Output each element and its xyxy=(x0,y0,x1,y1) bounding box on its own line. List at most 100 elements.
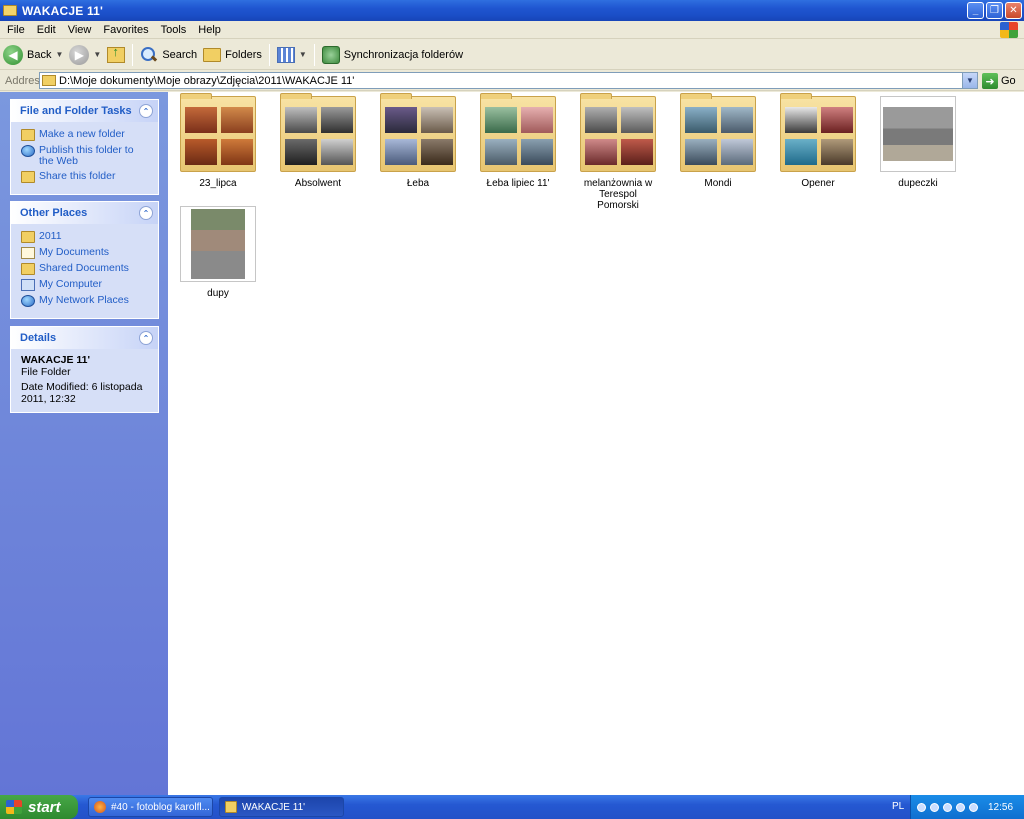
collapse-chevron-icon[interactable]: ⌃ xyxy=(139,104,153,118)
taskbar-item-label: WAKACJE 11' xyxy=(242,801,306,813)
up-button[interactable] xyxy=(104,43,128,67)
place-label: My Computer xyxy=(39,278,103,290)
collapse-chevron-icon[interactable]: ⌃ xyxy=(139,331,153,345)
sync-label: Synchronizacja folderów xyxy=(343,48,464,61)
folder-thumbnail xyxy=(580,93,656,172)
task-make-new-folder[interactable]: Make a new folder xyxy=(21,129,150,141)
back-label: Back xyxy=(27,48,52,61)
new-folder-icon xyxy=(21,129,35,141)
taskbar-item-explorer[interactable]: WAKACJE 11' xyxy=(219,797,344,817)
folder-item[interactable]: Łeba xyxy=(378,93,458,189)
image-thumbnail xyxy=(880,96,956,172)
forward-dropdown-icon[interactable]: ▼ xyxy=(93,50,101,59)
folder-item[interactable]: 23_lipca xyxy=(178,93,258,189)
folder-icon xyxy=(42,75,56,86)
task-publish-to-web[interactable]: Publish this folder to the Web xyxy=(21,145,150,167)
menu-edit[interactable]: Edit xyxy=(31,24,62,36)
panel-title: Other Places xyxy=(20,207,88,219)
place-label: 2011 xyxy=(39,230,62,242)
start-button[interactable]: start xyxy=(0,795,78,819)
close-button[interactable]: ✕ xyxy=(1005,2,1022,19)
details-type: File Folder xyxy=(21,366,71,378)
tray-network-icon[interactable] xyxy=(930,802,939,812)
go-label: Go xyxy=(1001,75,1016,87)
firefox-icon xyxy=(94,801,106,813)
folder-item[interactable]: melanżownia w Terespol Pomorski xyxy=(578,93,658,211)
language-indicator[interactable]: PL xyxy=(892,801,904,812)
restore-button[interactable]: ❐ xyxy=(986,2,1003,19)
place-my-computer[interactable]: My Computer xyxy=(21,279,150,291)
file-name: Łeba lipiec 11' xyxy=(486,178,550,189)
tray-volume-icon[interactable] xyxy=(943,802,952,812)
task-share-folder[interactable]: Share this folder xyxy=(21,171,150,183)
toolbar-separator xyxy=(313,43,315,66)
address-dropdown-icon[interactable]: ▼ xyxy=(962,73,977,88)
network-icon xyxy=(21,295,35,307)
file-name: dupy xyxy=(207,288,229,299)
folder-thumbnail xyxy=(780,93,856,172)
window-controls: _ ❐ ✕ xyxy=(967,2,1022,19)
folder-item[interactable]: Absolwent xyxy=(278,93,358,189)
title-bar[interactable]: WAKACJE 11' _ ❐ ✕ xyxy=(0,0,1024,21)
details-panel: Details ⌃ WAKACJE 11' File Folder Date M… xyxy=(10,326,159,413)
place-shared-documents[interactable]: Shared Documents xyxy=(21,263,150,275)
place-my-documents[interactable]: My Documents xyxy=(21,247,150,259)
collapse-chevron-icon[interactable]: ⌃ xyxy=(139,206,153,220)
image-item[interactable]: dupeczki xyxy=(878,96,958,189)
menu-view[interactable]: View xyxy=(62,24,98,36)
image-item[interactable]: dupy xyxy=(178,206,258,299)
panel-header[interactable]: Other Places ⌃ xyxy=(11,202,158,224)
folders-button[interactable]: Folders xyxy=(200,43,265,67)
folder-thumbnail xyxy=(180,93,256,172)
menu-tools[interactable]: Tools xyxy=(155,24,193,36)
task-pane: File and Folder Tasks ⌃ Make a new folde… xyxy=(0,92,168,795)
sync-button[interactable]: Synchronizacja folderów xyxy=(319,43,466,67)
tray-antivirus-icon[interactable] xyxy=(969,802,978,812)
back-arrow-icon: ◀ xyxy=(3,44,23,65)
file-name: Łeba xyxy=(406,178,430,189)
go-arrow-icon: ➜ xyxy=(982,73,998,89)
search-icon xyxy=(140,46,158,64)
place-label: My Network Places xyxy=(39,294,129,306)
panel-header[interactable]: Details ⌃ xyxy=(11,327,158,349)
go-button[interactable]: ➜ Go xyxy=(982,73,1016,89)
place-2011[interactable]: 2011 xyxy=(21,231,150,243)
taskbar-item-label: #40 - fotoblog karolfl... xyxy=(111,801,210,813)
file-view[interactable]: 23_lipca Absolwent Łeba Łeba lipiec 11' xyxy=(168,92,1024,795)
tray-arrow-icon[interactable] xyxy=(917,802,926,812)
toolbar-separator xyxy=(132,43,134,66)
menu-bar: File Edit View Favorites Tools Help xyxy=(0,21,1024,39)
views-dropdown-icon[interactable]: ▼ xyxy=(299,50,307,59)
tray-signal-icon[interactable] xyxy=(956,802,965,812)
folder-item[interactable]: Opener xyxy=(778,93,858,189)
forward-button[interactable]: ▶ ▼ xyxy=(66,43,104,67)
folders-icon xyxy=(203,47,222,62)
taskbar-item-firefox[interactable]: #40 - fotoblog karolfl... xyxy=(88,797,213,817)
search-button[interactable]: Search xyxy=(137,43,200,67)
file-name: Absolwent xyxy=(294,178,342,189)
menu-help[interactable]: Help xyxy=(192,24,227,36)
folder-icon xyxy=(225,801,237,813)
folder-item[interactable]: Łeba lipiec 11' xyxy=(478,93,558,189)
file-name: melanżownia w Terespol Pomorski xyxy=(583,178,653,211)
back-dropdown-icon[interactable]: ▼ xyxy=(55,50,63,59)
folder-thumbnail xyxy=(680,93,756,172)
minimize-button[interactable]: _ xyxy=(967,2,984,19)
views-icon xyxy=(276,46,295,63)
views-button[interactable]: ▼ xyxy=(274,43,310,67)
task-label: Make a new folder xyxy=(39,128,125,140)
panel-header[interactable]: File and Folder Tasks ⌃ xyxy=(11,100,158,122)
sync-icon xyxy=(321,45,340,64)
menu-favorites[interactable]: Favorites xyxy=(97,24,154,36)
back-button[interactable]: ◀ Back ▼ xyxy=(0,43,66,67)
address-value[interactable]: D:\Moje dokumenty\Moje obrazy\Zdjęcia\20… xyxy=(59,75,354,87)
folder-thumbnail xyxy=(380,93,456,172)
menu-file[interactable]: File xyxy=(0,24,31,36)
folder-item[interactable]: Mondi xyxy=(678,93,758,189)
file-name: dupeczki xyxy=(898,178,938,189)
forward-arrow-icon: ▶ xyxy=(69,44,90,65)
address-input[interactable]: D:\Moje dokumenty\Moje obrazy\Zdjęcia\20… xyxy=(39,72,978,89)
clock[interactable]: 12:56 xyxy=(988,802,1013,813)
place-my-network-places[interactable]: My Network Places xyxy=(21,295,150,307)
task-label: Publish this folder to the Web xyxy=(39,144,134,167)
